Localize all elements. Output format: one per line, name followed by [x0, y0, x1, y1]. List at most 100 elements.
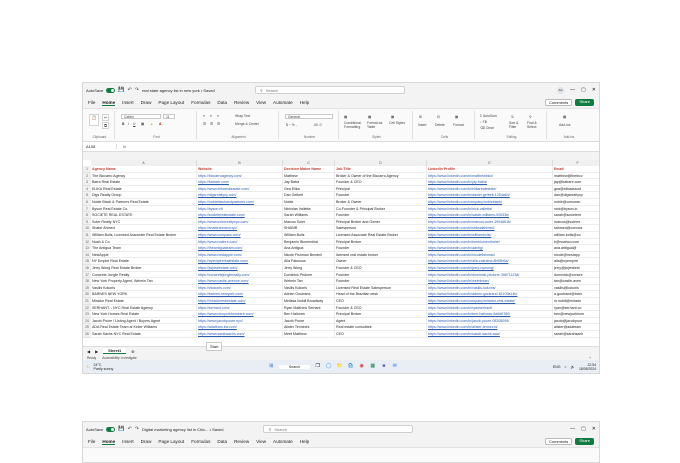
table-cell[interactable]: ben@newyorkhom [553, 311, 599, 318]
align-center-icon[interactable]: ☰ [210, 122, 213, 126]
align-left-icon[interactable]: ☰ [203, 122, 206, 126]
task-view-icon[interactable]: ❐ [314, 363, 321, 370]
table-cell[interactable]: Shabir Ahmed [91, 225, 197, 232]
row-number[interactable]: 4 [83, 185, 91, 193]
row-number[interactable]: 7 [83, 205, 91, 213]
table-cell[interactable]: Jerry Wong [283, 265, 335, 272]
table-cell[interactable]: https://concretejunglerealty.com/ [197, 271, 283, 279]
row-number[interactable]: 13 [83, 245, 91, 252]
row-number[interactable]: 5 [83, 192, 91, 199]
table-cell[interactable]: https://www.linkedin.com/in/sarah-sachs-… [427, 331, 553, 338]
table-cell[interactable]: https://www.sarahsachs.com/ [197, 331, 283, 338]
row-number[interactable]: 26 [83, 331, 91, 338]
tab-home[interactable]: Home [102, 100, 116, 106]
table-cell[interactable]: The Antigua Team [91, 245, 197, 252]
table-cell[interactable]: Principal [335, 185, 427, 193]
row-number[interactable]: 22 [83, 304, 91, 312]
row-number[interactable]: 17 [83, 271, 91, 279]
comments-button-2[interactable]: Comments [544, 438, 573, 445]
table-cell[interactable]: marcus@solerre [553, 219, 599, 226]
table-cell[interactable]: https://www.linkedin.com/in/matthewbicc/ [427, 172, 553, 180]
format-as-table-button[interactable]: Format as Table [367, 121, 385, 129]
table-cell[interactable]: CEO [335, 298, 427, 305]
excel-icon[interactable]: ▦ [369, 363, 376, 370]
table-cell[interactable]: https://www.linkedin.com/in/ryanserhant/ [427, 304, 553, 312]
table-cell[interactable]: Vasilis Kokoris [91, 284, 197, 292]
table-cell[interactable]: https://www.linkedin.com/in/nick-vallett… [427, 205, 553, 213]
table-cell[interactable]: BARNES NEW YORK [91, 291, 197, 298]
save-icon[interactable]: 💾 [118, 87, 124, 93]
row-number[interactable]: 8 [83, 212, 91, 219]
table-cell[interactable]: Real estate consultant [335, 324, 427, 331]
cell-styles-button[interactable]: Cell Styles [389, 121, 407, 126]
table-cell[interactable]: Alla Fabulous [283, 258, 335, 265]
table-cell[interactable]: https://www.linkedin.com/in/sarah-willia… [427, 212, 553, 219]
insert-cells-icon[interactable]: ⊞ [419, 115, 422, 119]
table-cell[interactable]: https://nobleblackandpartners.com/ [197, 199, 283, 206]
table-cell[interactable]: Founder [335, 192, 427, 199]
table-cell[interactable]: Marcus Soler [283, 218, 335, 226]
table-cell[interactable]: Broker & Owner [335, 199, 427, 206]
table-cell[interactable]: Ben Halloran [283, 311, 335, 318]
table-cell[interactable]: Head of the Brazilian desk [335, 291, 427, 298]
table-cell[interactable]: https://www.linkedin.com/company/noblebl… [427, 199, 553, 206]
table-cell[interactable]: Noah & Co [91, 238, 197, 246]
tab-formulas[interactable]: Formulas [191, 100, 210, 105]
table-cell[interactable]: Noble [283, 199, 335, 206]
table-cell[interactable]: Dominick Pedone [283, 271, 335, 279]
maximize-icon[interactable]: ▢ [581, 426, 586, 432]
table-cell[interactable]: Benjamin Blumenthal [283, 238, 335, 246]
table-cell[interactable]: https://theantiguateam.com/ [197, 245, 283, 252]
row-number[interactable]: 20 [83, 291, 91, 298]
table-cell[interactable]: https://www.linkedin.com/in/elikarealest… [427, 185, 553, 193]
tab-file[interactable]: File [88, 439, 95, 444]
table-cell[interactable]: https://www.linkedin.com/in/jay-batra/ [427, 179, 553, 186]
table-cell[interactable]: https://www.linkedin.com/in/benblumentha… [427, 238, 553, 246]
row-number[interactable]: 12 [83, 238, 91, 246]
table-cell[interactable]: Founder [335, 212, 427, 219]
table-cell[interactable]: sarah@societere [553, 212, 599, 219]
align-right-icon[interactable]: ☰ [217, 122, 220, 126]
row-number[interactable]: 11 [83, 232, 91, 239]
currency-icon[interactable]: $ ~ % , [286, 123, 297, 127]
tab-formulas[interactable]: Formulas [191, 439, 210, 444]
tab-draw[interactable]: Draw [141, 439, 152, 444]
conditional-formatting-icon[interactable]: ▦ [344, 115, 347, 119]
table-cell[interactable]: NestAppie [91, 251, 197, 259]
table-cell[interactable]: https://www.linkedin.com/in/marcus-soler… [427, 218, 553, 226]
align-middle-icon[interactable]: ≡ [210, 114, 212, 118]
format-as-table-icon[interactable]: ▦ [368, 115, 371, 119]
row-number[interactable]: 25 [83, 324, 91, 331]
table-cell[interactable]: Licensed Associate Real Estate Broker [335, 232, 427, 239]
delete-cells-button[interactable]: Delete [435, 123, 445, 127]
row-number[interactable]: 3 [83, 179, 91, 186]
add-ins-icon[interactable]: ▦ [563, 115, 566, 119]
table-cell[interactable]: jacob@jacobpoor [553, 318, 599, 325]
table-cell[interactable]: New York Property Agent, Weimin Tan [91, 278, 197, 285]
table-cell[interactable]: Byson Real Estate Co. [91, 205, 197, 213]
table-cell[interactable]: https://www.linkedin.com/in/dominick-ped… [427, 271, 553, 279]
table-cell[interactable]: tan@castle-aven [553, 278, 599, 285]
row-number[interactable]: 18 [83, 278, 91, 285]
tab-view[interactable]: View [256, 100, 266, 105]
table-cell[interactable]: https://digsrealtyny.com/ [197, 192, 283, 199]
row-number[interactable]: 1 [83, 166, 91, 173]
table-cell[interactable]: https://serhant.com/ [197, 304, 283, 312]
table-cell[interactable]: william.bolls@co [553, 232, 599, 239]
header-cell[interactable]: Email [553, 166, 599, 173]
table-cell[interactable]: https://www.linkedin.com/in/jerry-nywong… [427, 265, 553, 272]
row-number[interactable]: 24 [83, 317, 91, 325]
spreadsheet-grid[interactable]: A B C D E F 1 Agency Name Website Decision Maker … [83, 160, 599, 346]
table-cell[interactable]: sarah@sarahsach [553, 331, 599, 338]
find-select-icon[interactable]: ⚲ [529, 115, 531, 119]
table-cell[interactable]: https://www.noahre.com/ [197, 238, 283, 246]
table-cell[interactable]: alister@adateam [553, 324, 599, 331]
copy-icon[interactable]: ⧉ [102, 122, 109, 129]
tab-data[interactable]: Data [217, 439, 227, 444]
table-cell[interactable]: https://www.linkedin.com/in/ben-halloran… [427, 311, 553, 318]
sort-filter-icon[interactable]: ⇅ [511, 115, 514, 119]
share-button[interactable]: Share [575, 99, 594, 106]
autosum-button[interactable]: Σ AutoSum [480, 114, 497, 118]
chrome-icon[interactable]: ◉ [358, 363, 365, 370]
row-number[interactable]: 19 [83, 284, 91, 292]
